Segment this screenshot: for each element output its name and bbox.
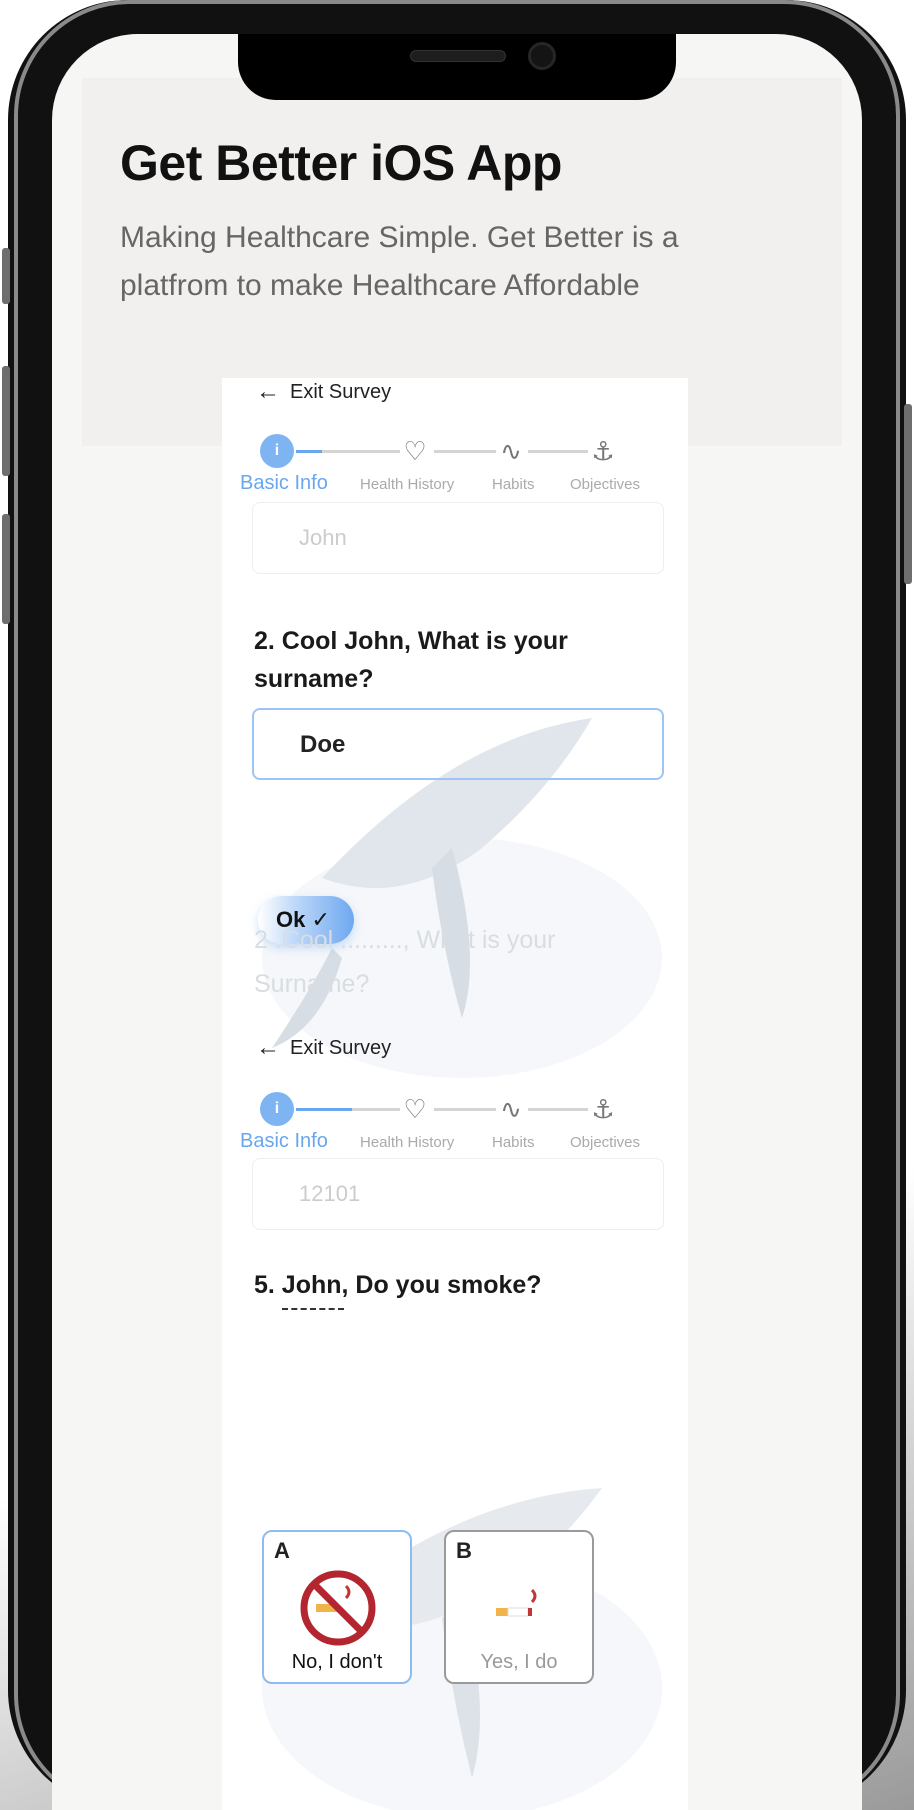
step-label-objectives: Objectives — [570, 476, 641, 493]
cigarette-icon — [496, 1588, 537, 1617]
name-underline — [282, 1308, 344, 1310]
previous-answer-field[interactable]: 12101 — [252, 1158, 664, 1230]
pulse-icon[interactable]: ∿ — [494, 1092, 528, 1126]
exit-survey-label: Exit Survey — [290, 380, 392, 403]
step-label-health-history: Health History — [360, 476, 455, 493]
no-smoking-icon — [300, 1570, 376, 1646]
option-b-card[interactable]: B Yes, I do — [444, 1530, 594, 1684]
option-a-card[interactable]: A No, I don't — [262, 1530, 412, 1684]
option-label: No, I don't — [291, 1651, 383, 1673]
question-surname: 2. Cool John, What is your surname? — [254, 627, 568, 693]
step-label-basic-info: Basic Info — [240, 472, 328, 494]
anchor-icon[interactable]: ⚓ — [586, 1092, 620, 1126]
anchor-icon[interactable]: ⚓ — [586, 434, 620, 468]
page-subtitle: Making Healthcare Simple. Get Better is … — [120, 221, 679, 302]
progress-line-active — [296, 1108, 352, 1111]
notch — [238, 34, 676, 100]
progress-line — [434, 450, 496, 453]
step-label-health-history: Health History — [360, 1134, 455, 1151]
back-arrow-icon: ← — [256, 1034, 280, 1061]
phone-screen: Get Better iOS App Making Healthcare Sim… — [52, 34, 862, 1810]
exit-survey-link[interactable]: ← Exit Survey — [256, 378, 391, 406]
step-basic-info-icon[interactable]: i — [260, 434, 294, 468]
progress-line-active — [296, 450, 322, 453]
step-label-basic-info: Basic Info — [240, 1130, 328, 1152]
volume-up-button — [2, 366, 10, 476]
page-title: Get Better iOS App — [120, 135, 562, 191]
step-label-habits: Habits — [492, 476, 535, 493]
survey-mockup: ← Exit Survey i ♡ ∿ ⚓ Basic Info Health … — [222, 378, 688, 1810]
progress-steps-2: i ♡ ∿ ⚓ Basic Info Health History Habits… — [240, 1086, 680, 1156]
exit-survey-link-2[interactable]: ← Exit Survey — [256, 1034, 391, 1062]
mute-switch — [2, 248, 10, 304]
surname-input[interactable]: Doe — [252, 708, 664, 780]
progress-line — [528, 1108, 588, 1111]
volume-down-button — [2, 514, 10, 624]
progress-line — [352, 1108, 400, 1111]
progress-line — [434, 1108, 496, 1111]
speaker-grille — [410, 50, 506, 62]
question-smoke: 5. John, Do you smoke? — [254, 1271, 542, 1299]
option-label: Yes, I do — [480, 1651, 558, 1673]
progress-steps: i ♡ ∿ ⚓ Basic Info Health History Habits… — [240, 428, 680, 498]
step-label-objectives: Objectives — [570, 1134, 641, 1151]
heart-icon[interactable]: ♡ — [398, 1092, 432, 1126]
power-button — [904, 404, 912, 584]
heart-icon[interactable]: ♡ — [398, 434, 432, 468]
progress-line — [528, 450, 588, 453]
step-label-habits: Habits — [492, 1134, 535, 1151]
pulse-icon[interactable]: ∿ — [494, 434, 528, 468]
option-key: A — [274, 1538, 290, 1563]
front-camera — [528, 42, 556, 70]
progress-line — [322, 450, 400, 453]
next-question-preview: 2 .Cool ........., What is your Surname? — [254, 926, 556, 998]
back-arrow-icon: ← — [256, 378, 280, 405]
previous-answer-field[interactable]: John — [252, 502, 664, 574]
step-basic-info-icon[interactable]: i — [260, 1092, 294, 1126]
option-key: B — [456, 1538, 472, 1563]
exit-survey-label: Exit Survey — [290, 1036, 392, 1059]
